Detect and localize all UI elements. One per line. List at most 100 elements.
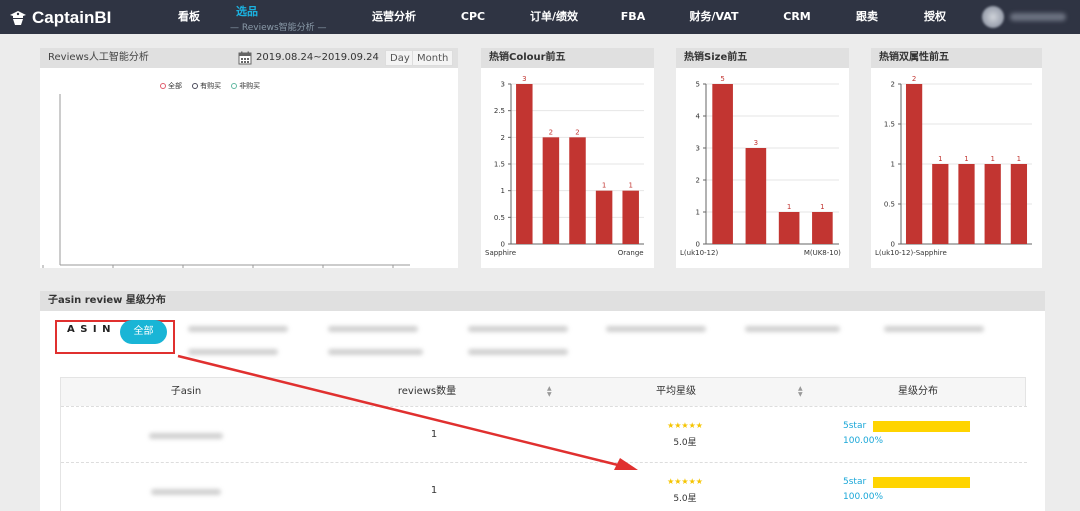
y-tick-label: 2 bbox=[501, 134, 505, 142]
brand-name: CaptainBI bbox=[32, 8, 112, 27]
bar-value-label: 3 bbox=[522, 75, 526, 83]
bar bbox=[622, 190, 639, 244]
x-category-label: M(UK8-10) bbox=[804, 249, 841, 257]
table-row[interactable]: 1 ★★★★★ 5.0星 5star 100.00% bbox=[61, 406, 1027, 462]
bar bbox=[745, 148, 767, 244]
colour-bar-chart: 0 0.5 1 1.5 2 2.5 3 3 2 2 1 1 Sapphire Orange bbox=[485, 75, 644, 257]
month-toggle-button[interactable]: Month bbox=[412, 50, 454, 66]
bar-value-label: 1 bbox=[602, 182, 606, 190]
asin-star-table: 子asin reviews数量 ▲ ▼ 平均星级 ▲ ▼ 星级分布 1 ★★★★★ … bbox=[60, 377, 1027, 511]
nav-item-orders[interactable]: 订单/绩效 bbox=[530, 0, 578, 34]
nav-item-finance[interactable]: 财务/VAT bbox=[690, 0, 739, 34]
reviews-panel-title: Reviews人工智能分析 bbox=[48, 52, 149, 63]
nav-item-dashboard[interactable]: 看板 bbox=[178, 0, 200, 34]
avg-rating-value: 5.0星 bbox=[673, 438, 697, 448]
nav-item-authorization[interactable]: 授权 bbox=[924, 0, 946, 34]
y-tick-label: 0 bbox=[696, 241, 700, 249]
date-range-picker[interactable]: 2019.08.24~2019.09.24 bbox=[256, 48, 379, 68]
table-row[interactable]: 1 ★★★★★ 5.0星 5star 100.00% bbox=[61, 462, 1027, 511]
asin-option[interactable] bbox=[188, 326, 288, 332]
asin-option[interactable] bbox=[188, 349, 278, 355]
bar-value-label: 5 bbox=[720, 75, 724, 83]
bar bbox=[984, 164, 1001, 244]
colour-panel-title: 热销Colour前五 bbox=[481, 48, 654, 68]
size-bar-chart: 0 1 2 3 4 5 5 3 1 1 L(uk10-12) M(UK8-10) bbox=[680, 75, 841, 257]
y-tick-label: 2 bbox=[696, 177, 700, 185]
header-child-asin: 子asin bbox=[170, 386, 202, 397]
asin-option[interactable] bbox=[468, 326, 568, 332]
captain-hat-icon bbox=[10, 11, 26, 25]
bar bbox=[542, 137, 560, 244]
header-review-count[interactable]: reviews数量 bbox=[398, 378, 456, 406]
y-tick-label: 0.5 bbox=[884, 201, 895, 209]
bar bbox=[595, 190, 613, 244]
bar bbox=[1010, 164, 1028, 244]
y-tick-label: 4 bbox=[696, 113, 701, 121]
sort-avg-rating-icon[interactable]: ▲ ▼ bbox=[798, 386, 803, 398]
nav-item-follow-sell[interactable]: 跟卖 bbox=[856, 0, 878, 34]
bar bbox=[569, 137, 586, 244]
day-toggle-button[interactable]: Day bbox=[385, 50, 415, 66]
asin-all-button[interactable]: 全部 bbox=[120, 320, 167, 344]
distribution-percent: 100.00% bbox=[843, 436, 884, 446]
header-avg-rating[interactable]: 平均星级 bbox=[656, 378, 696, 406]
child-asin-value-blurred[interactable] bbox=[151, 489, 221, 495]
y-tick-label: 1 bbox=[891, 161, 895, 169]
bar-value-label: 1 bbox=[990, 155, 994, 163]
asin-option[interactable] bbox=[328, 349, 423, 355]
avg-rating-value: 5.0星 bbox=[673, 494, 697, 504]
y-tick-label: 1.5 bbox=[884, 121, 895, 129]
reviews-panel-header: Reviews人工智能分析 2019.08.24~2019.09.24 Day … bbox=[40, 48, 458, 68]
nav-subtitle-reviews-analysis[interactable]: — Reviews智能分析 — bbox=[230, 20, 327, 33]
y-tick-label: 0 bbox=[891, 241, 895, 249]
reviews-analysis-panel: Reviews人工智能分析 2019.08.24~2019.09.24 Day … bbox=[40, 48, 458, 268]
calendar-icon[interactable] bbox=[238, 51, 252, 65]
bar-value-label: 1 bbox=[787, 203, 791, 211]
review-count-value: 1 bbox=[430, 485, 438, 496]
x-category-label: Sapphire bbox=[485, 249, 516, 257]
y-tick-label: 0.5 bbox=[494, 214, 505, 222]
nav-item-crm[interactable]: CRM bbox=[783, 0, 811, 34]
y-tick-label: 3 bbox=[696, 145, 700, 153]
asin-star-distribution-section: 子asin review 星级分布 A S I N 全部 子asin revie… bbox=[40, 291, 1045, 511]
bar-value-label: 3 bbox=[754, 139, 758, 147]
asin-label: A S I N bbox=[67, 324, 112, 335]
bar-value-label: 2 bbox=[575, 128, 579, 136]
asin-option[interactable] bbox=[884, 326, 984, 332]
distribution-label[interactable]: 5star bbox=[843, 477, 866, 487]
y-tick-label: 1 bbox=[696, 209, 700, 217]
y-tick-label: 1.5 bbox=[494, 161, 505, 169]
y-tick-label: 0 bbox=[501, 241, 505, 249]
distribution-label[interactable]: 5star bbox=[843, 421, 866, 431]
y-tick-label: 2 bbox=[891, 81, 895, 89]
dual-attribute-top5-panel: 热销双属性前五 0 0.5 1 1.5 2 2 1 1 1 1 L(uk10-12)-Sapphir… bbox=[871, 48, 1042, 268]
asin-option[interactable] bbox=[328, 326, 418, 332]
bar bbox=[516, 84, 533, 244]
colour-top5-panel: 热销Colour前五 0 0.5 1 1.5 2 2.5 3 3 2 2 1 1 Sapphire Ora… bbox=[481, 48, 654, 268]
sort-review-count-icon[interactable]: ▲ ▼ bbox=[547, 386, 552, 398]
asin-option[interactable] bbox=[468, 349, 568, 355]
y-tick-label: 3 bbox=[501, 81, 505, 89]
nav-item-fba[interactable]: FBA bbox=[621, 0, 645, 34]
reviews-line-chart: 2019-08-242019-08-302019-09-052019-09-11… bbox=[42, 94, 410, 268]
user-name-blurred[interactable] bbox=[1010, 13, 1066, 21]
bar-value-label: 1 bbox=[820, 203, 824, 211]
user-avatar[interactable] bbox=[982, 6, 1004, 28]
brand-logo[interactable]: CaptainBI bbox=[8, 7, 111, 29]
asin-option[interactable] bbox=[606, 326, 706, 332]
star-rating-icons: ★★★★★ bbox=[667, 477, 703, 486]
bar bbox=[712, 84, 733, 244]
star-rating-icons: ★★★★★ bbox=[667, 421, 703, 430]
distribution-bar bbox=[873, 421, 970, 432]
asin-option[interactable] bbox=[745, 326, 840, 332]
nav-item-cpc[interactable]: CPC bbox=[461, 0, 485, 34]
bar-value-label: 1 bbox=[964, 155, 968, 163]
distribution-percent: 100.00% bbox=[843, 492, 884, 502]
nav-item-selection[interactable]: 选品 bbox=[236, 3, 258, 19]
y-tick-label: 1 bbox=[501, 187, 505, 195]
child-asin-value-blurred[interactable] bbox=[149, 433, 223, 439]
bar-value-label: 2 bbox=[912, 75, 916, 83]
bar bbox=[778, 212, 800, 244]
nav-item-operations[interactable]: 运营分析 bbox=[372, 0, 416, 34]
bar-value-label: 1 bbox=[938, 155, 942, 163]
